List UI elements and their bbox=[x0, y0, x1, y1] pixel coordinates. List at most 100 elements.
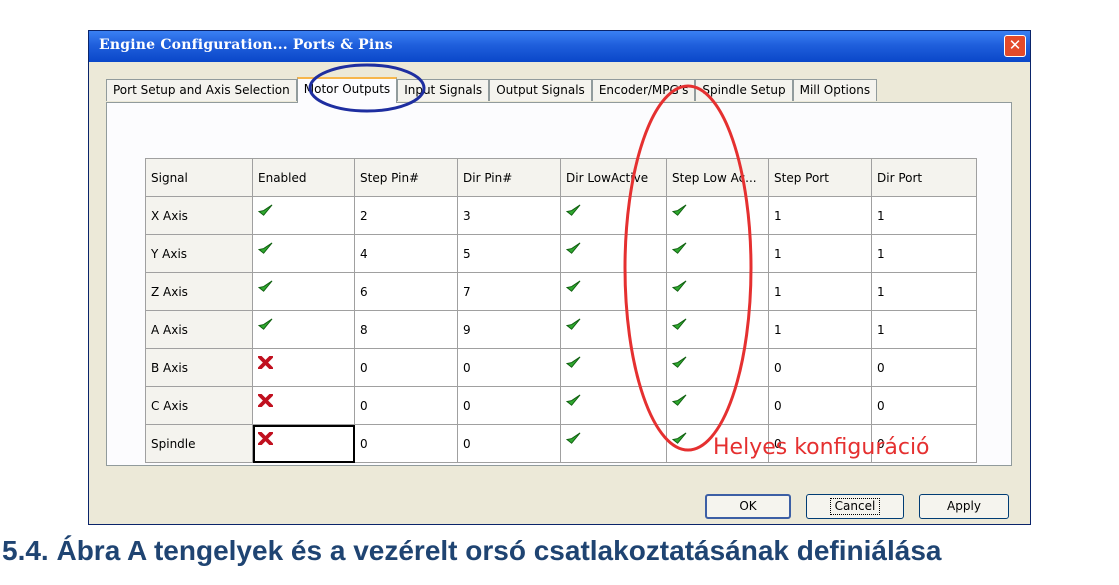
step-pin-cell[interactable]: 6 bbox=[354, 272, 458, 311]
ok-button[interactable]: OK bbox=[705, 494, 791, 519]
dir-port-cell[interactable]: 1 bbox=[871, 272, 977, 311]
header-dir-pin: Dir Pin# bbox=[457, 158, 561, 197]
header-enabled: Enabled bbox=[252, 158, 355, 197]
signal-cell: A Axis bbox=[145, 310, 253, 349]
dir-pin-cell[interactable]: 0 bbox=[457, 424, 561, 463]
step-pin-cell[interactable]: 0 bbox=[354, 386, 458, 425]
green-check-icon bbox=[671, 356, 687, 370]
header-step-port: Step Port bbox=[768, 158, 872, 197]
dir-pin-cell[interactable]: 5 bbox=[457, 234, 561, 273]
signal-cell: Spindle bbox=[145, 424, 253, 463]
tab-motor-outputs[interactable]: Motor Outputs bbox=[296, 77, 398, 103]
green-check-icon bbox=[671, 204, 687, 218]
dir-port-cell[interactable]: 1 bbox=[871, 234, 977, 273]
green-check-icon bbox=[257, 242, 273, 256]
table-row: Z Axis 6 7 1 1 bbox=[145, 272, 977, 311]
step-pin-cell[interactable]: 0 bbox=[354, 424, 458, 463]
step-pin-cell[interactable]: 2 bbox=[354, 196, 458, 235]
cancel-label: Cancel bbox=[829, 498, 881, 515]
step-port-cell[interactable]: 0 bbox=[768, 348, 872, 387]
header-signal: Signal bbox=[145, 158, 253, 197]
tab-mill-options[interactable]: Mill Options bbox=[792, 79, 878, 101]
step-low-active-cell[interactable] bbox=[666, 234, 769, 273]
step-port-cell[interactable]: 1 bbox=[768, 234, 872, 273]
dir-low-active-cell[interactable] bbox=[560, 310, 667, 349]
dir-port-cell[interactable]: 1 bbox=[871, 310, 977, 349]
enabled-cell[interactable] bbox=[252, 348, 355, 387]
header-dir-low-active: Dir LowActive bbox=[560, 158, 667, 197]
header-dir-port: Dir Port bbox=[871, 158, 977, 197]
green-check-icon bbox=[671, 242, 687, 256]
dir-pin-cell[interactable]: 9 bbox=[457, 310, 561, 349]
dir-pin-cell[interactable]: 0 bbox=[457, 348, 561, 387]
green-check-icon bbox=[671, 318, 687, 332]
step-pin-cell[interactable]: 8 bbox=[354, 310, 458, 349]
step-port-cell[interactable]: 1 bbox=[768, 196, 872, 235]
step-port-cell[interactable]: 1 bbox=[768, 272, 872, 311]
motor-outputs-table: Signal Enabled Step Pin# Dir Pin# Dir Lo… bbox=[145, 158, 977, 463]
dir-port-cell[interactable]: 0 bbox=[871, 386, 977, 425]
table-row: B Axis 0 0 0 0 bbox=[145, 348, 977, 387]
step-port-cell[interactable]: 1 bbox=[768, 310, 872, 349]
green-check-icon bbox=[257, 280, 273, 294]
figure-caption: 5.4. Ábra A tengelyek és a vezérelt orsó… bbox=[2, 535, 942, 566]
tab-output-signals[interactable]: Output Signals bbox=[489, 79, 592, 101]
red-x-icon bbox=[258, 392, 273, 408]
apply-button[interactable]: Apply bbox=[919, 494, 1009, 519]
cancel-button[interactable]: Cancel bbox=[806, 494, 904, 519]
table-row: X Axis 2 3 1 1 bbox=[145, 196, 977, 235]
tab-panel: Signal Enabled Step Pin# Dir Pin# Dir Lo… bbox=[106, 102, 1012, 466]
table-row: A Axis 8 9 1 1 bbox=[145, 310, 977, 349]
enabled-cell[interactable] bbox=[252, 310, 355, 349]
step-low-active-cell[interactable] bbox=[666, 386, 769, 425]
green-check-icon bbox=[671, 394, 687, 408]
enabled-cell[interactable] bbox=[252, 272, 355, 311]
dir-low-active-cell[interactable] bbox=[560, 234, 667, 273]
dir-low-active-cell[interactable] bbox=[560, 386, 667, 425]
green-check-icon bbox=[671, 280, 687, 294]
close-icon: ✕ bbox=[1008, 36, 1022, 54]
dir-pin-cell[interactable]: 0 bbox=[457, 386, 561, 425]
header-step-low-active: Step Low Ac... bbox=[666, 158, 769, 197]
step-low-active-cell[interactable] bbox=[666, 348, 769, 387]
close-button[interactable]: ✕ bbox=[1004, 35, 1026, 57]
dir-port-cell[interactable]: 0 bbox=[871, 348, 977, 387]
green-check-icon bbox=[257, 204, 273, 218]
tab-input-signals[interactable]: Input Signals bbox=[397, 79, 490, 101]
red-x-icon bbox=[258, 354, 273, 370]
dir-pin-cell[interactable]: 7 bbox=[457, 272, 561, 311]
green-check-icon bbox=[565, 356, 581, 370]
step-low-active-cell[interactable] bbox=[666, 310, 769, 349]
annotation-label: Helyes konfiguráció bbox=[713, 435, 930, 460]
red-x-icon bbox=[258, 430, 273, 446]
table-row: C Axis 0 0 0 0 bbox=[145, 386, 977, 425]
enabled-cell[interactable] bbox=[252, 424, 355, 463]
dir-pin-cell[interactable]: 3 bbox=[457, 196, 561, 235]
step-pin-cell[interactable]: 0 bbox=[354, 348, 458, 387]
green-check-icon bbox=[565, 280, 581, 294]
header-step-pin: Step Pin# bbox=[354, 158, 458, 197]
green-check-icon bbox=[257, 318, 273, 332]
header-row: Signal Enabled Step Pin# Dir Pin# Dir Lo… bbox=[145, 158, 977, 197]
enabled-cell[interactable] bbox=[252, 234, 355, 273]
tab-spindle-setup[interactable]: Spindle Setup bbox=[695, 79, 793, 101]
tab-encoder-mpg[interactable]: Encoder/MPG's bbox=[591, 79, 696, 101]
dir-low-active-cell[interactable] bbox=[560, 424, 667, 463]
dir-low-active-cell[interactable] bbox=[560, 272, 667, 311]
step-pin-cell[interactable]: 4 bbox=[354, 234, 458, 273]
enabled-cell[interactable] bbox=[252, 196, 355, 235]
dir-low-active-cell[interactable] bbox=[560, 196, 667, 235]
step-port-cell[interactable]: 0 bbox=[768, 386, 872, 425]
green-check-icon bbox=[565, 204, 581, 218]
dir-low-active-cell[interactable] bbox=[560, 348, 667, 387]
dir-port-cell[interactable]: 1 bbox=[871, 196, 977, 235]
green-check-icon bbox=[565, 318, 581, 332]
step-low-active-cell[interactable] bbox=[666, 196, 769, 235]
tab-strip: Port Setup and Axis Selection Motor Outp… bbox=[106, 77, 878, 103]
green-check-icon bbox=[565, 432, 581, 446]
step-low-active-cell[interactable] bbox=[666, 272, 769, 311]
tab-port-setup[interactable]: Port Setup and Axis Selection bbox=[106, 79, 297, 101]
signal-cell: B Axis bbox=[145, 348, 253, 387]
enabled-cell[interactable] bbox=[252, 386, 355, 425]
signal-cell: C Axis bbox=[145, 386, 253, 425]
